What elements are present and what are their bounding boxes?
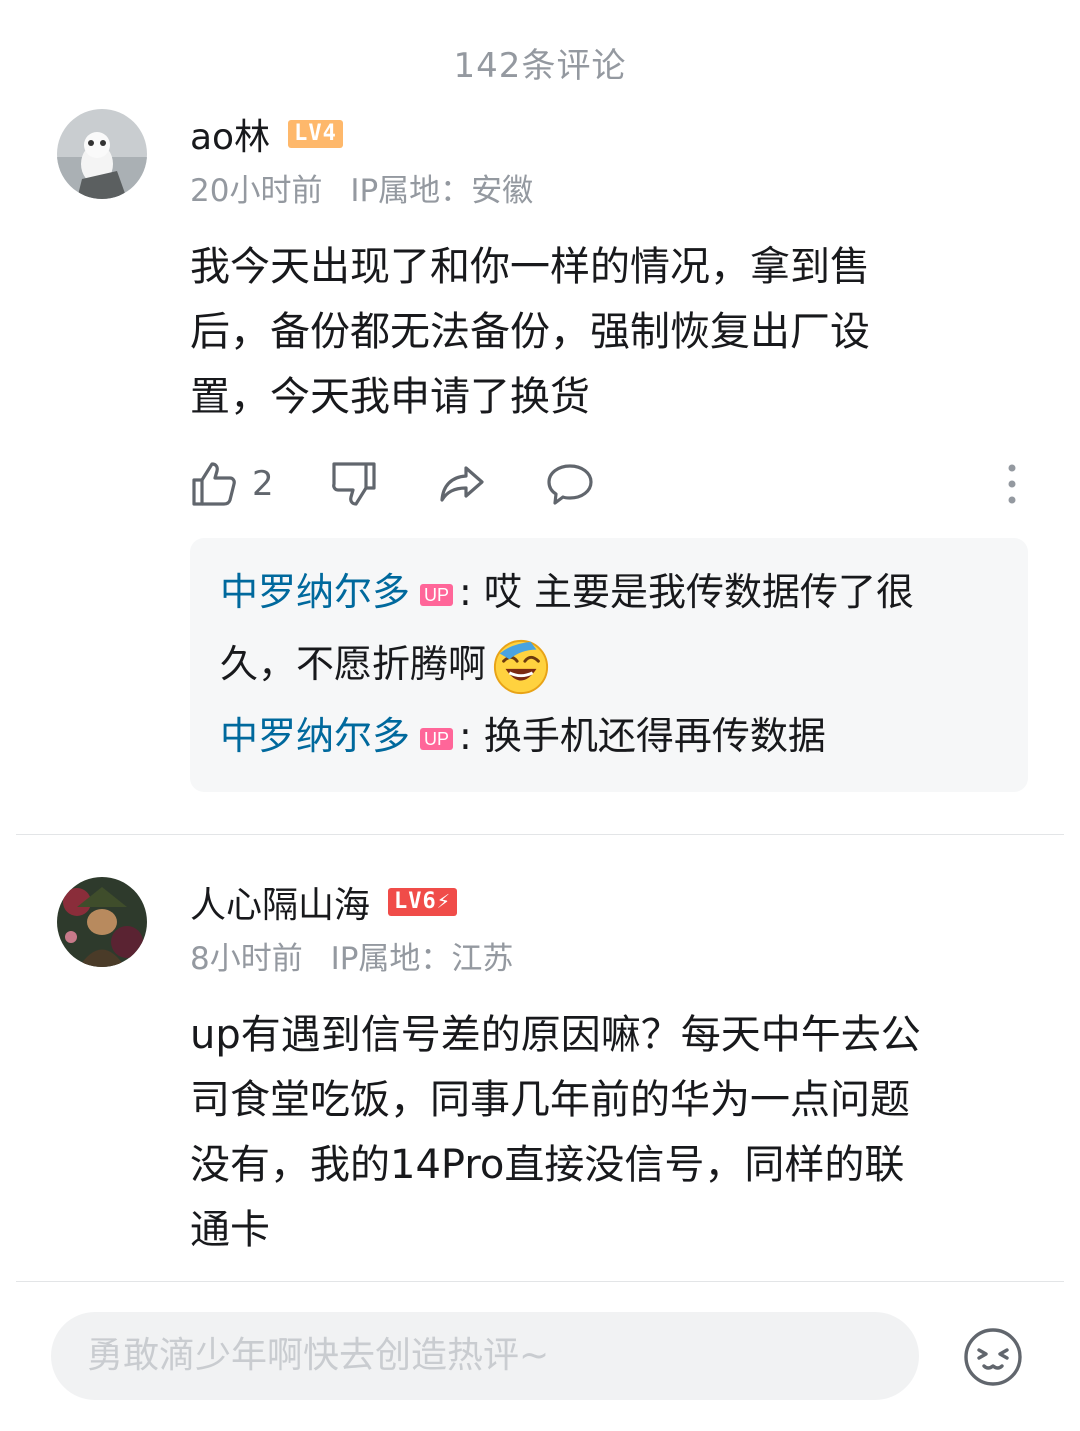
reply-preview-box[interactable]: 中罗纳尔多 UP: 哎 主要是我传数据传了很 久，不愿折腾啊 中罗纳尔多 UP: 换… [190, 538, 1028, 792]
comment-text: 我今天出现了和你一样的情况，拿到售 后，备份都无法备份，强制恢复出厂设 置，今天… [190, 235, 1020, 430]
comment-line: 通卡 [190, 1207, 270, 1253]
reply-item[interactable]: 中罗纳尔多 UP: 哎 主要是我传数据传了很 [220, 556, 998, 628]
comment-line: 我今天出现了和你一样的情况，拿到售 [190, 244, 870, 290]
username[interactable]: ao林 [190, 108, 270, 160]
up-badge: UP [420, 727, 454, 750]
comment-line: up有遇到信号差的原因嘛？每天中午去公 [190, 1012, 921, 1058]
comment-ip: IP属地：安徽 [350, 173, 534, 209]
comment-time: 8小时前 [190, 941, 303, 977]
reply-item-continued: 久，不愿折腾啊 [220, 628, 998, 700]
avatar[interactable] [57, 877, 147, 967]
more-button[interactable] [1004, 460, 1020, 508]
comment-author-row: ao林 LV4 [190, 108, 343, 160]
comment-input-bar: 勇敢滴少年啊快去创造热评~ [0, 1282, 1080, 1431]
comment-count-title: 142条评论 [453, 46, 627, 86]
like-button[interactable]: 2 [190, 460, 274, 508]
comment-divider [16, 834, 1064, 835]
username[interactable]: 人心隔山海 [190, 876, 370, 928]
comment-line: 后，备份都无法备份，强制恢复出厂设 [190, 309, 870, 355]
comment-meta: 8小时前 IP属地：江苏 [190, 933, 531, 978]
emoji-icon[interactable] [962, 1326, 1024, 1388]
share-icon [440, 466, 484, 502]
reply-text: 换手机还得再传数据 [471, 714, 826, 758]
more-icon [1008, 464, 1016, 504]
comment-input[interactable]: 勇敢滴少年啊快去创造热评~ [51, 1312, 919, 1400]
reply-separator: : [459, 714, 472, 758]
reply-button[interactable] [546, 460, 594, 508]
laughing-emoji-icon [493, 639, 549, 694]
comment-meta: 20小时前 IP属地：安徽 [190, 165, 551, 210]
reply-icon [547, 464, 593, 505]
reply-separator: : [459, 570, 472, 614]
comment-line: 置，今天我申请了换货 [190, 374, 590, 420]
comment-line: 司食堂吃饭，同事几年前的华为一点问题 [190, 1077, 910, 1123]
comment-actions: 2 [190, 460, 1020, 520]
reply-item[interactable]: 中罗纳尔多 UP: 换手机还得再传数据 [220, 700, 998, 772]
up-badge: UP [420, 583, 454, 606]
level-badge: LV6⚡ [388, 888, 457, 916]
like-icon [192, 462, 236, 506]
comment-line: 没有，我的14Pro直接没信号，同样的联 [190, 1142, 905, 1188]
comment-ip: IP属地：江苏 [330, 941, 514, 977]
comment-text: up有遇到信号差的原因嘛？每天中午去公 司食堂吃饭，同事几年前的华为一点问题 没… [190, 1003, 1020, 1263]
comment-author-row: 人心隔山海 LV6⚡ [190, 876, 457, 928]
reply-text: 久，不愿折腾啊 [220, 642, 487, 686]
reply-author[interactable]: 中罗纳尔多 [220, 714, 410, 758]
like-count: 2 [252, 464, 274, 504]
reply-author[interactable]: 中罗纳尔多 [220, 570, 410, 614]
share-button[interactable] [438, 460, 486, 508]
comment-time: 20小时前 [190, 173, 323, 209]
reply-text: 哎 主要是我传数据传了很 [471, 570, 915, 614]
dislike-button[interactable] [330, 460, 378, 508]
dislike-icon [332, 462, 376, 506]
avatar[interactable] [57, 109, 147, 199]
level-badge: LV4 [288, 120, 343, 148]
